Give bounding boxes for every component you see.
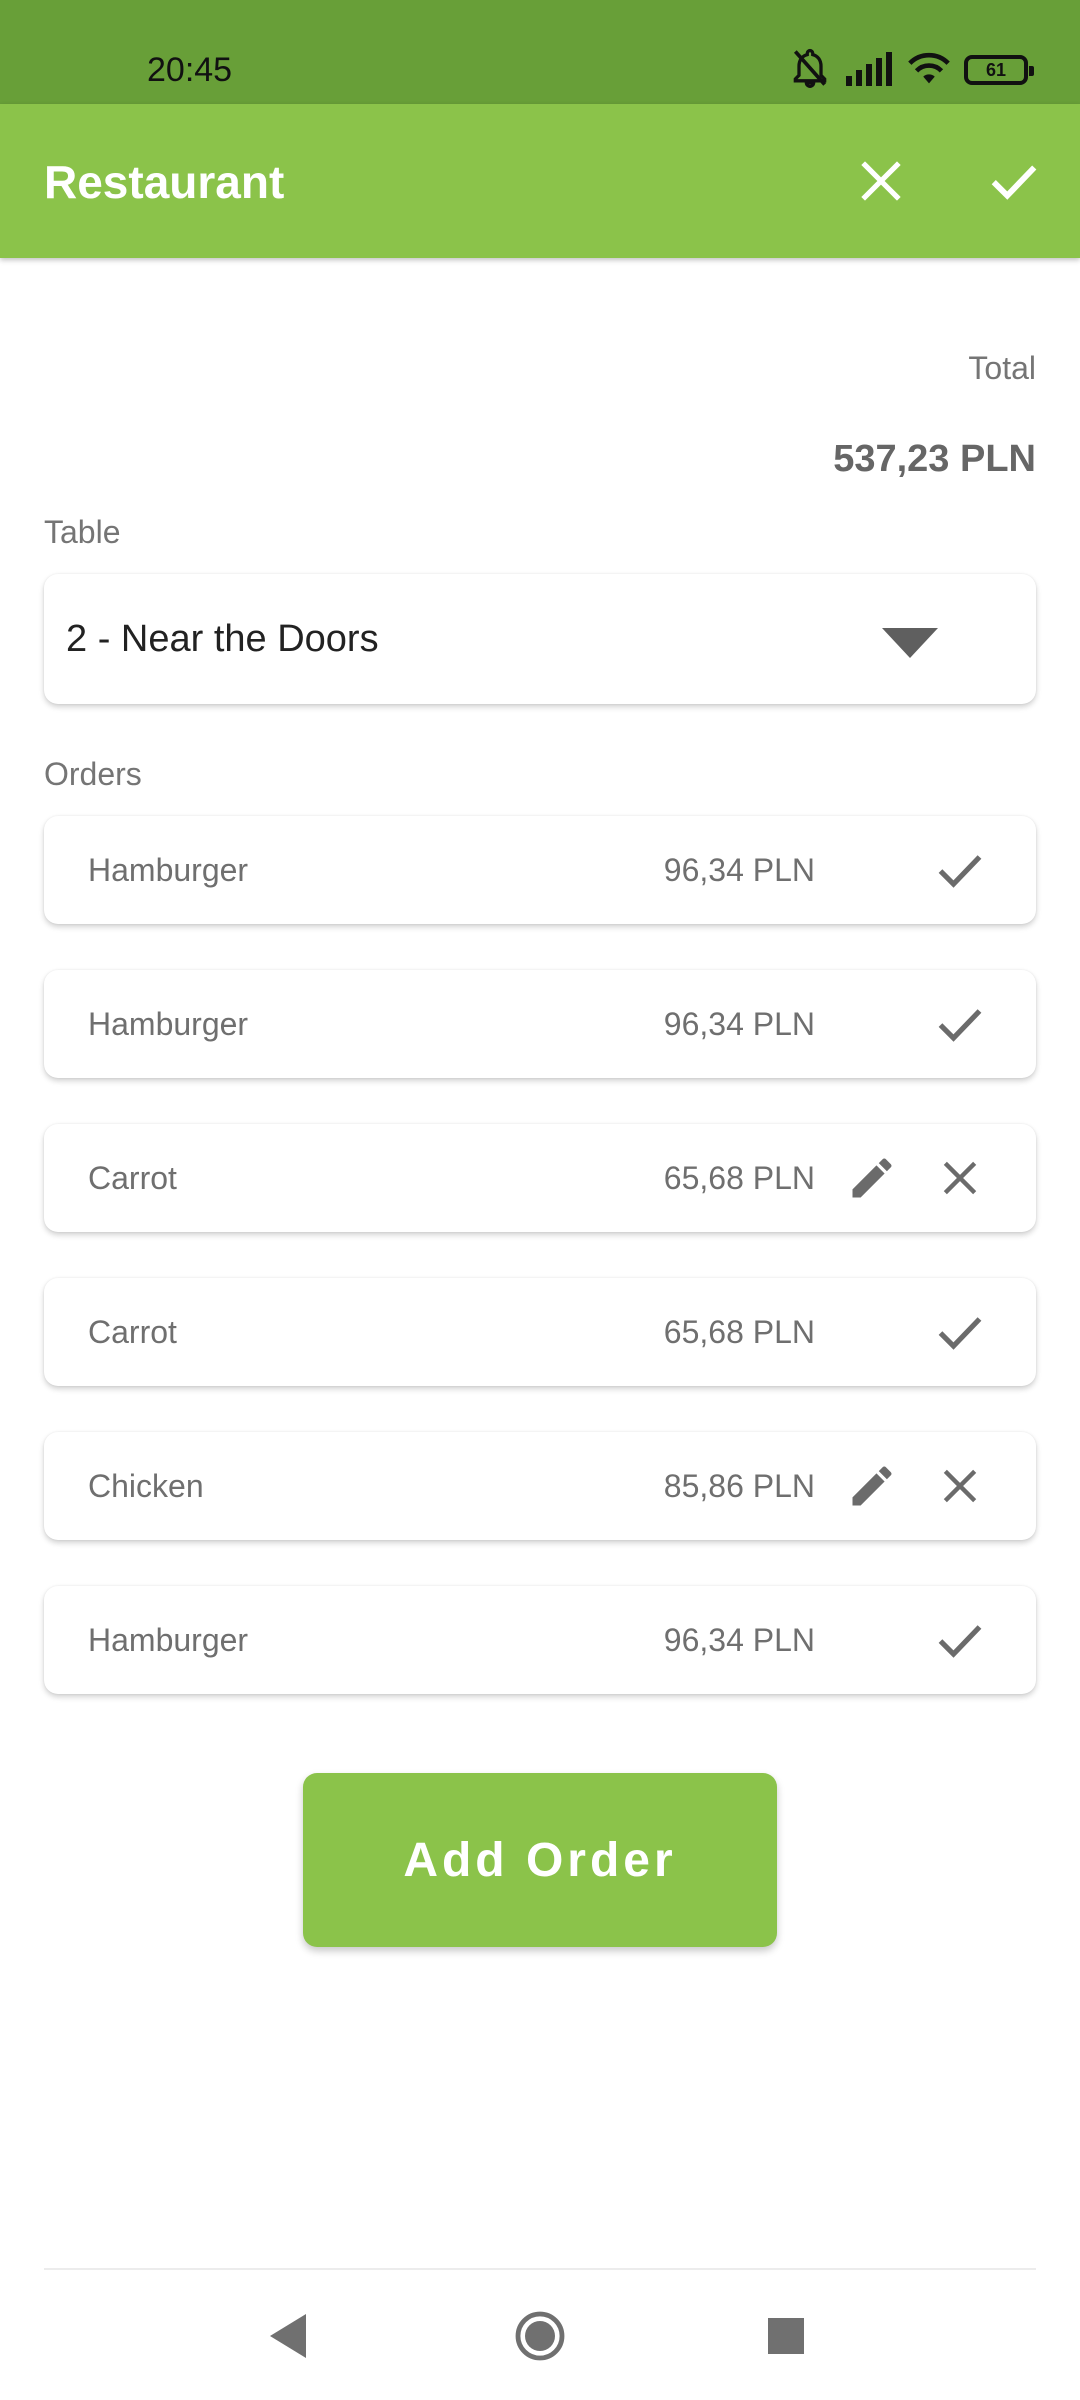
order-name: Carrot: [88, 1314, 177, 1350]
nav-divider: [44, 2268, 1036, 2270]
order-item: Chicken 85,86 PLN: [44, 1432, 1036, 1540]
order-price: 96,34 PLN: [663, 1006, 815, 1042]
check-icon: [938, 1625, 982, 1658]
table-dropdown[interactable]: 2 - Near the Doors: [44, 574, 1036, 704]
check-icon: [991, 165, 1037, 200]
orders-label: Orders: [44, 756, 142, 792]
pencil-icon: [852, 1158, 892, 1198]
signal-icon: [844, 48, 894, 93]
order-price: 96,34 PLN: [663, 852, 815, 888]
dropdown-arrow-icon: [882, 628, 938, 658]
status-icons: 61: [788, 46, 1034, 95]
close-button[interactable]: [845, 145, 917, 217]
battery-icon: 61: [964, 55, 1034, 85]
status-time: 20:45: [147, 51, 233, 89]
status-bar: 20:45 61: [0, 0, 1080, 104]
order-item: Hamburger 96,34 PLN: [44, 816, 1036, 924]
order-done-button[interactable]: [926, 1606, 994, 1674]
pencil-icon: [852, 1466, 892, 1506]
order-item: Hamburger 96,34 PLN: [44, 1586, 1036, 1694]
order-name: Hamburger: [88, 852, 249, 888]
back-icon: [270, 2314, 306, 2358]
close-icon: [943, 1161, 977, 1195]
order-item: Hamburger 96,34 PLN: [44, 970, 1036, 1078]
confirm-button[interactable]: [978, 145, 1050, 217]
recents-icon: [768, 2318, 804, 2354]
order-item: Carrot 65,68 PLN: [44, 1278, 1036, 1386]
battery-level: 61: [985, 59, 1007, 80]
app-title: Restaurant: [44, 156, 285, 208]
nav-back-button[interactable]: [250, 2296, 330, 2376]
orders-list: Hamburger 96,34 PLN Hamburger 96,34 PLN …: [44, 816, 1036, 1740]
order-edit-button[interactable]: [838, 1452, 906, 1520]
order-remove-button[interactable]: [926, 1144, 994, 1212]
order-name: Hamburger: [88, 1622, 249, 1658]
nav-home-button[interactable]: [500, 2296, 580, 2376]
order-done-button[interactable]: [926, 1298, 994, 1366]
order-item: Carrot 65,68 PLN: [44, 1124, 1036, 1232]
table-label: Table: [44, 514, 121, 550]
check-icon: [938, 1009, 982, 1042]
total-label: Total: [968, 350, 1036, 386]
close-icon: [861, 161, 901, 201]
total-value: 537,23 PLN: [833, 438, 1036, 480]
wifi-icon: [906, 48, 952, 93]
order-price: 96,34 PLN: [663, 1622, 815, 1658]
check-icon: [938, 1317, 982, 1350]
close-icon: [943, 1469, 977, 1503]
order-name: Chicken: [88, 1468, 204, 1504]
order-name: Hamburger: [88, 1006, 249, 1042]
order-done-button[interactable]: [926, 990, 994, 1058]
home-icon: [515, 2311, 565, 2361]
order-done-button[interactable]: [926, 836, 994, 904]
order-remove-button[interactable]: [926, 1452, 994, 1520]
mute-icon: [788, 46, 832, 95]
nav-recents-button[interactable]: [746, 2296, 826, 2376]
order-price: 65,68 PLN: [663, 1314, 815, 1350]
order-price: 65,68 PLN: [663, 1160, 815, 1196]
app-bar: Restaurant: [0, 104, 1080, 258]
add-order-button[interactable]: Add Order: [303, 1773, 777, 1947]
order-name: Carrot: [88, 1160, 177, 1196]
order-price: 85,86 PLN: [663, 1468, 815, 1504]
order-edit-button[interactable]: [838, 1144, 906, 1212]
table-selected-value: 2 - Near the Doors: [66, 618, 379, 660]
check-icon: [938, 855, 982, 888]
